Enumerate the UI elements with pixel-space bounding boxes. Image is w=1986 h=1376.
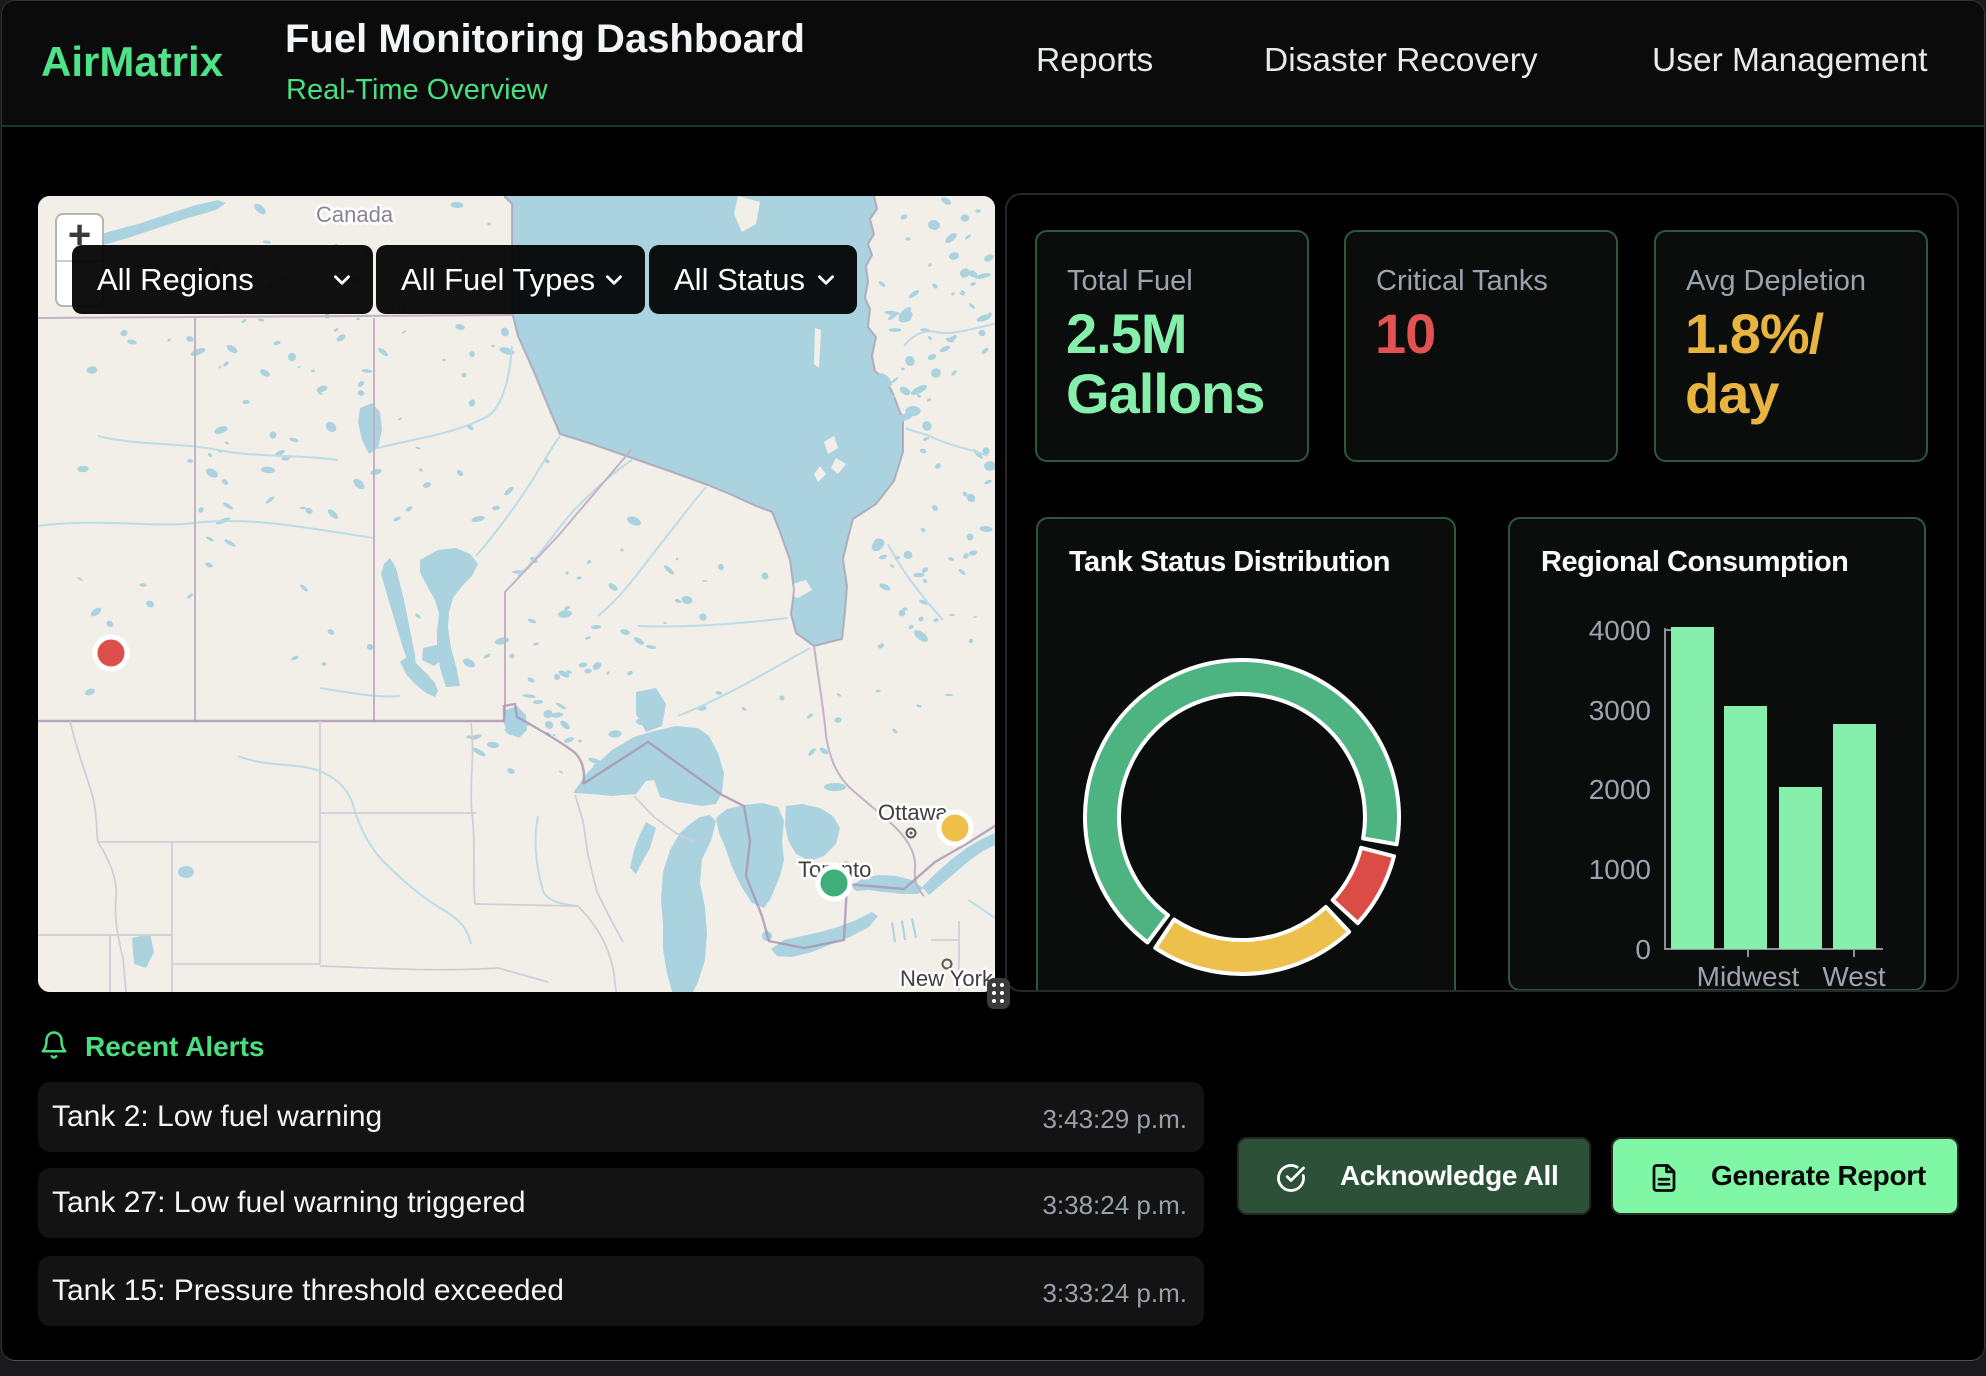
svg-text:Midwest: Midwest: [1697, 961, 1800, 992]
svg-text:New York: New York: [900, 966, 994, 991]
svg-text:3000: 3000: [1589, 695, 1651, 726]
svg-text:2000: 2000: [1589, 774, 1651, 805]
svg-text:4000: 4000: [1589, 615, 1651, 646]
svg-text:1000: 1000: [1589, 854, 1651, 885]
svg-text:West: West: [1822, 961, 1885, 992]
svg-text:0: 0: [1635, 934, 1651, 965]
svg-text:Canada: Canada: [316, 202, 394, 227]
